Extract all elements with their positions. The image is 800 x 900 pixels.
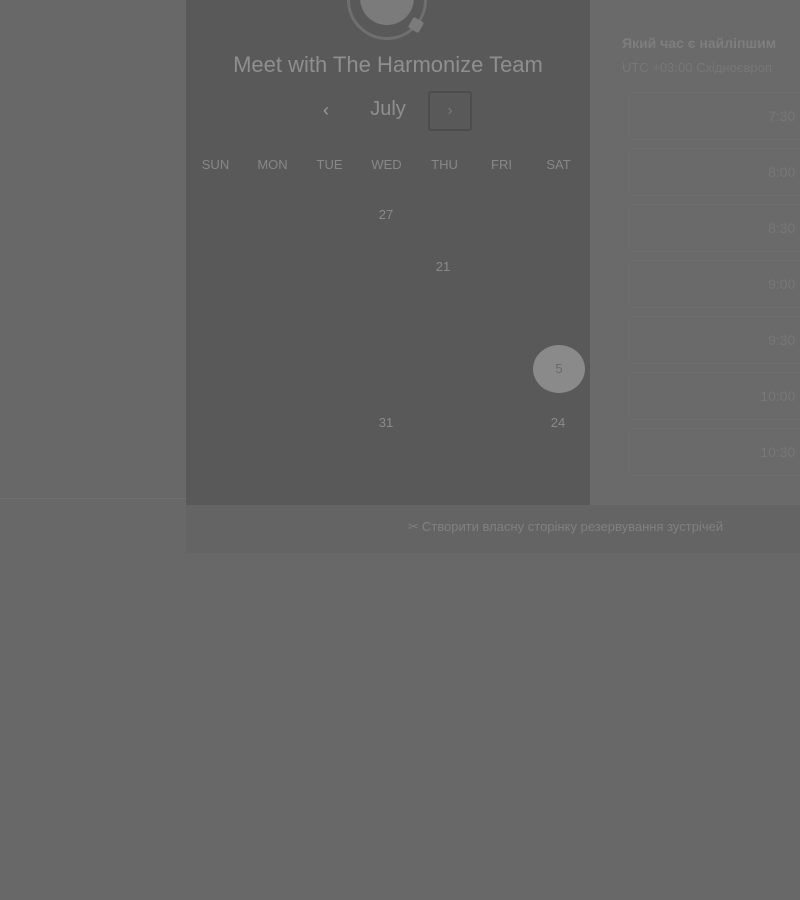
next-month-button[interactable]: › [428, 91, 472, 131]
page-divider [0, 498, 186, 499]
time-slot[interactable]: 7:30 р [628, 92, 800, 140]
time-slot[interactable]: 9:00 р [628, 260, 800, 308]
logo-dots [394, 0, 408, 1]
calendar-day[interactable]: 27 [371, 207, 401, 222]
calendar-day-selected[interactable]: 5 [533, 345, 585, 393]
time-slot[interactable]: 8:30 р [628, 204, 800, 252]
weekday-sun: SUN [201, 157, 230, 172]
weekday-mon: MON [257, 157, 288, 172]
month-label: July [370, 98, 406, 120]
time-slot[interactable]: 8:00 р [628, 148, 800, 196]
time-slot[interactable]: 10:30 р [628, 428, 800, 476]
time-slot[interactable]: 10:00 р [628, 372, 800, 420]
weekday-fri: FRI [491, 157, 512, 172]
time-question-heading: Який час є найліпшим [622, 35, 777, 51]
weekday-thu: THU [431, 157, 458, 172]
page-title: Meet with The Harmonize Team [233, 52, 543, 77]
chat-bubble-icon [360, 0, 425, 34]
create-booking-page-label: Створити власну сторінку резервування зу… [421, 519, 724, 534]
prev-month-icon[interactable]: ‹ [316, 98, 336, 122]
scissors-icon: ✂ [408, 519, 419, 534]
time-slot[interactable]: 9:30 р [628, 316, 800, 364]
month-navigation: ‹ July › [186, 90, 590, 131]
calendar-day[interactable]: 31 [371, 415, 401, 430]
timezone-label[interactable]: UTC +03:00 Східноєвроп [622, 60, 800, 75]
calendar-day[interactable]: 24 [543, 415, 573, 430]
calendar-day[interactable]: 21 [428, 259, 458, 274]
weekday-sat: SAT [546, 157, 571, 172]
create-booking-page-link[interactable]: ✂ Створити власну сторінку резервування з… [408, 519, 723, 535]
weekday-tue: TUE [316, 157, 343, 172]
weekday-wed: WED [371, 157, 402, 172]
